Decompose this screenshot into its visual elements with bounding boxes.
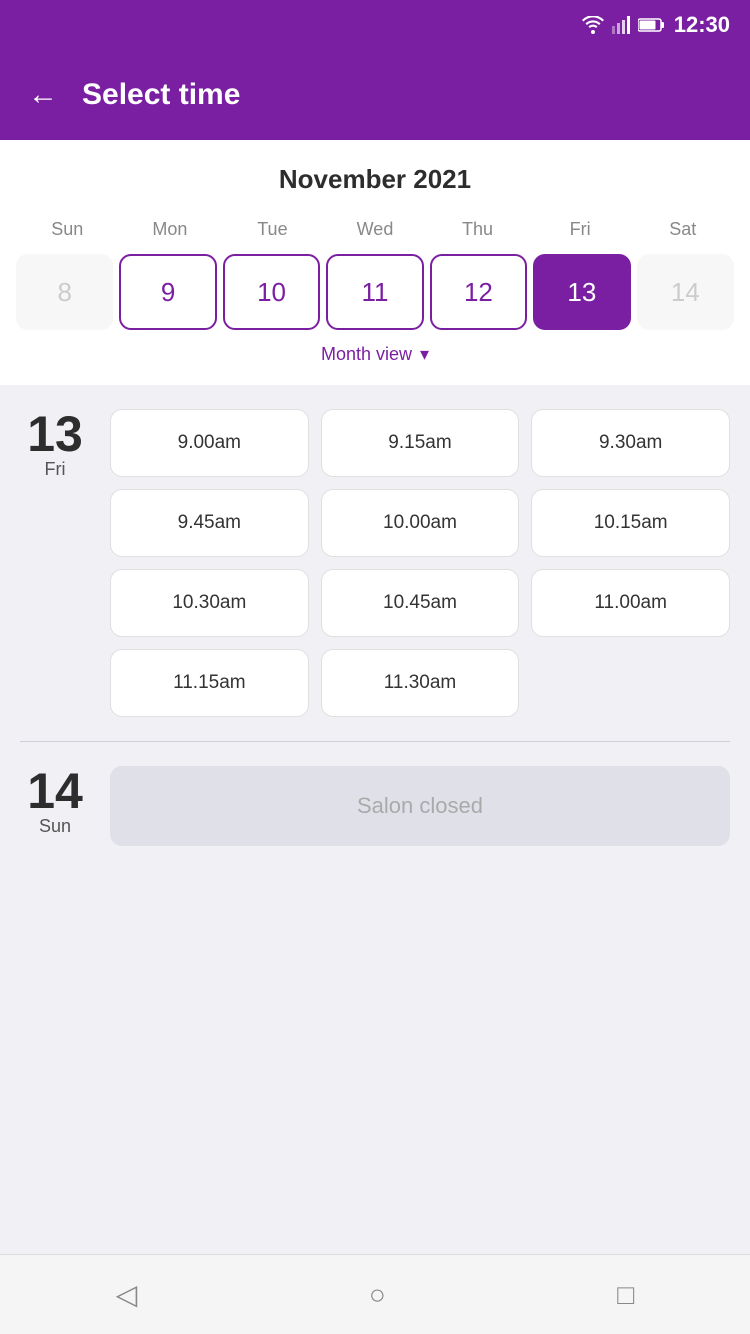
time-slot-1030[interactable]: 10.30am — [110, 569, 309, 637]
weekday-thu: Thu — [426, 215, 529, 244]
calendar-days: 8 9 10 11 12 13 14 — [16, 254, 734, 330]
day-block-14: 14 Sun Salon closed — [20, 766, 730, 846]
day-label-14: 14 Sun — [20, 766, 90, 837]
nav-recent-button[interactable]: □ — [617, 1279, 634, 1311]
calendar-day-11[interactable]: 11 — [326, 254, 423, 330]
weekday-wed: Wed — [324, 215, 427, 244]
section-divider — [20, 741, 730, 742]
month-view-toggle[interactable]: Month view ▾ — [16, 330, 734, 369]
calendar-section: November 2021 Sun Mon Tue Wed Thu Fri Sa… — [0, 140, 750, 385]
app-header: ← Select time — [0, 50, 750, 140]
weekday-sun: Sun — [16, 215, 119, 244]
day-number-14: 14 — [20, 766, 90, 816]
time-slot-945[interactable]: 9.45am — [110, 489, 309, 557]
signal-icon — [612, 16, 630, 34]
time-slot-1000[interactable]: 10.00am — [321, 489, 520, 557]
weekday-tue: Tue — [221, 215, 324, 244]
status-time: 12:30 — [674, 12, 730, 38]
calendar-day-9[interactable]: 9 — [119, 254, 216, 330]
day-label-13: 13 Fri — [20, 409, 90, 480]
calendar-weekdays: Sun Mon Tue Wed Thu Fri Sat — [16, 215, 734, 244]
status-bar: 12:30 — [0, 0, 750, 50]
back-button[interactable]: ← — [28, 80, 58, 110]
day-name-13: Fri — [20, 459, 90, 480]
time-slot-1015[interactable]: 10.15am — [531, 489, 730, 557]
day-number-13: 13 — [20, 409, 90, 459]
time-slot-1045[interactable]: 10.45am — [321, 569, 520, 637]
calendar-day-10[interactable]: 10 — [223, 254, 320, 330]
status-icons — [582, 16, 664, 34]
calendar-day-12[interactable]: 12 — [430, 254, 527, 330]
day-name-14: Sun — [20, 816, 90, 837]
time-slot-1130[interactable]: 11.30am — [321, 649, 520, 717]
time-slot-915[interactable]: 9.15am — [321, 409, 520, 477]
calendar-day-14[interactable]: 14 — [637, 254, 734, 330]
calendar-month: November 2021 — [16, 164, 734, 195]
calendar-day-13[interactable]: 13 — [533, 254, 630, 330]
time-slot-900[interactable]: 9.00am — [110, 409, 309, 477]
weekday-fri: Fri — [529, 215, 632, 244]
weekday-sat: Sat — [631, 215, 734, 244]
chevron-down-icon: ▾ — [420, 344, 429, 365]
day-block-13: 13 Fri 9.00am 9.15am 9.30am 9.45am 10.00… — [20, 409, 730, 717]
battery-icon — [638, 18, 664, 32]
wifi-icon — [582, 16, 604, 34]
weekday-mon: Mon — [119, 215, 222, 244]
nav-home-button[interactable]: ○ — [369, 1279, 386, 1311]
time-grid-13: 9.00am 9.15am 9.30am 9.45am 10.00am 10.1… — [110, 409, 730, 717]
calendar-day-8[interactable]: 8 — [16, 254, 113, 330]
nav-back-button[interactable]: ◁ — [116, 1278, 138, 1311]
page-title: Select time — [82, 78, 240, 112]
salon-closed-label: Salon closed — [110, 766, 730, 846]
month-view-label: Month view — [321, 344, 412, 365]
time-section: 13 Fri 9.00am 9.15am 9.30am 9.45am 10.00… — [0, 385, 750, 1254]
time-slot-1115[interactable]: 11.15am — [110, 649, 309, 717]
time-slot-1100[interactable]: 11.00am — [531, 569, 730, 637]
bottom-navigation: ◁ ○ □ — [0, 1254, 750, 1334]
time-slot-930[interactable]: 9.30am — [531, 409, 730, 477]
